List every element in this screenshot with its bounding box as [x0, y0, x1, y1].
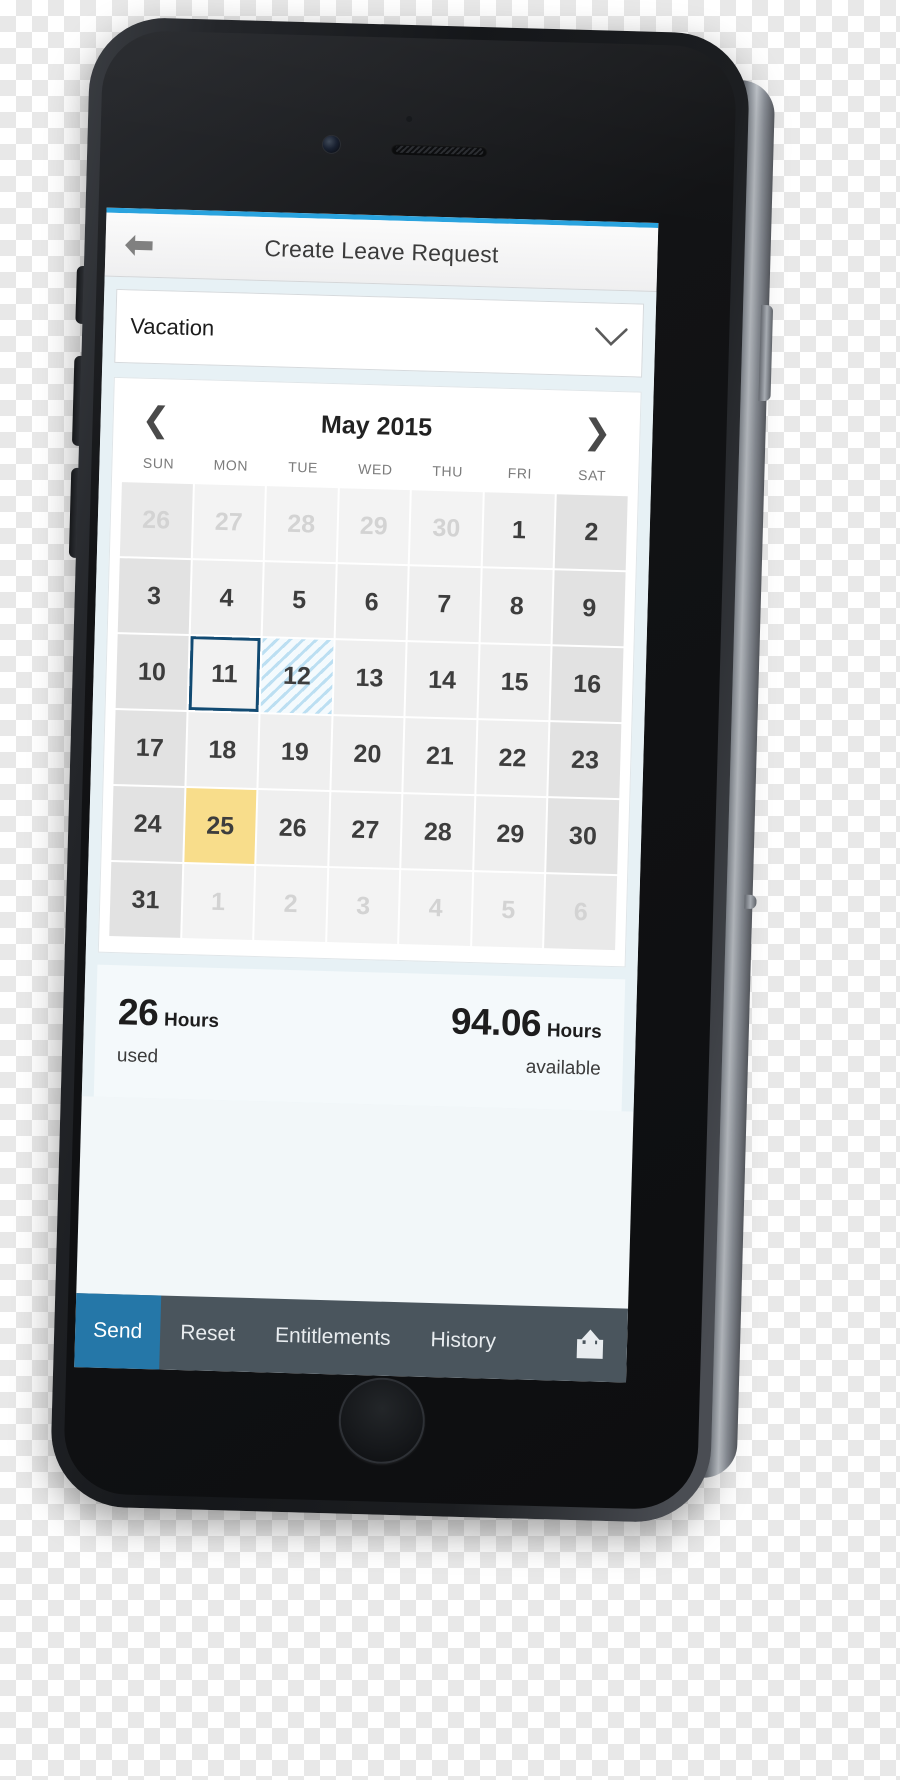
share-icon [576, 1329, 604, 1359]
hours-available-block: 94.06 Hours available [449, 1001, 602, 1081]
calendar-day-cell[interactable]: 6 [335, 564, 408, 641]
side-detail [744, 894, 757, 910]
hours-used-unit: Hours [163, 1009, 220, 1033]
calendar-day-cell[interactable]: 29 [337, 488, 411, 565]
hours-used-block: 26 Hours used [117, 991, 220, 1070]
calendar-day-cell[interactable]: 27 [328, 792, 402, 869]
calendar-day-cell[interactable]: 11 [188, 636, 261, 713]
calendar-day-cell[interactable]: 23 [548, 722, 622, 799]
iphone-mockup: Create Leave Request Vacation ❮ May 2015… [49, 16, 776, 1524]
calendar-day-cell[interactable]: 1 [482, 492, 556, 569]
calendar-grid: 26 27 28 29 30 1 2 3 4 5 6 7 8 9 10 11 12 13 14 15 16 17 18 19 2… [109, 482, 628, 951]
hours-available-caption: available [525, 1056, 602, 1080]
leave-type-value: Vacation [129, 313, 215, 341]
bottom-toolbar: Send Reset Entitlements History [74, 1293, 629, 1383]
calendar-day-cell[interactable]: 16 [550, 646, 624, 723]
calendar-day-cell[interactable]: 22 [476, 720, 549, 797]
hours-used-caption: used [116, 1045, 159, 1068]
calendar-day-cell[interactable]: 9 [552, 570, 626, 647]
calendar-day-cell[interactable]: 5 [262, 562, 336, 639]
arrow-left-icon [125, 234, 153, 256]
calendar-day-cell[interactable]: 17 [113, 710, 187, 786]
leave-type-select[interactable]: Vacation [114, 288, 645, 378]
calendar-day-cell[interactable]: 29 [474, 796, 547, 873]
home-button[interactable] [337, 1376, 427, 1465]
calendar-day-cell[interactable]: 28 [264, 486, 338, 563]
calendar-day-cell[interactable]: 1 [181, 864, 255, 940]
hours-used-value: 26 [117, 991, 159, 1034]
calendar-day-cell[interactable]: 4 [399, 870, 473, 947]
calendar-day-cell[interactable]: 20 [331, 716, 404, 793]
weekday-label: WED [357, 460, 393, 478]
calendar-day-cell[interactable]: 24 [111, 786, 184, 862]
calendar-day-cell[interactable]: 8 [480, 568, 554, 645]
calendar-day-cell[interactable]: 31 [109, 861, 182, 938]
calendar-day-cell[interactable]: 30 [410, 490, 483, 567]
calendar-day-cell[interactable]: 26 [119, 482, 193, 559]
calendar-day-cell[interactable]: 13 [333, 640, 406, 717]
history-button[interactable]: History [410, 1303, 517, 1380]
phone-front-face: Create Leave Request Vacation ❮ May 2015… [62, 29, 738, 1511]
page-title: Create Leave Request [264, 235, 499, 268]
weekday-label: MON [213, 456, 249, 474]
calendar-day-cell[interactable]: 14 [405, 642, 479, 719]
weekday-label: SAT [577, 466, 607, 484]
calendar-day-cell[interactable]: 10 [115, 634, 189, 711]
share-button[interactable] [552, 1307, 628, 1383]
calendar-card: ❮ May 2015 ❯ SUN MON TUE WED THU FRI SAT… [97, 376, 642, 968]
calendar-day-cell[interactable]: 26 [256, 790, 330, 866]
calendar-day-cell[interactable]: 7 [407, 566, 481, 643]
calendar-day-cell[interactable]: 27 [192, 484, 266, 561]
calendar-day-cell[interactable]: 3 [117, 558, 191, 635]
calendar-day-cell[interactable]: 2 [555, 494, 628, 571]
proximity-sensor-icon [406, 115, 413, 123]
calendar-day-cell[interactable]: 28 [401, 794, 475, 871]
calendar-day-cell[interactable]: 6 [544, 874, 618, 951]
next-month-button[interactable]: ❯ [577, 412, 618, 453]
calendar-day-cell[interactable]: 25 [183, 788, 257, 864]
entitlements-button[interactable]: Entitlements [254, 1298, 412, 1376]
calendar-day-cell[interactable]: 2 [254, 866, 327, 942]
hours-available-unit: Hours [546, 1020, 603, 1043]
calendar-day-cell[interactable]: 5 [471, 872, 545, 949]
weekday-label: THU [432, 462, 464, 480]
calendar-day-cell[interactable]: 4 [190, 560, 263, 637]
calendar-day-cell[interactable]: 30 [546, 798, 620, 875]
hours-summary: 26 Hours used 94.06 Hours available [93, 964, 626, 1112]
front-camera-icon [322, 135, 341, 154]
weekday-label: FRI [507, 464, 533, 482]
weekday-label: TUE [287, 458, 319, 476]
app-screen: Create Leave Request Vacation ❮ May 2015… [74, 207, 659, 1383]
back-button[interactable] [119, 225, 158, 264]
earpiece-speaker [391, 143, 488, 158]
calendar-month-label: May 2015 [320, 410, 433, 442]
send-button[interactable]: Send [74, 1293, 162, 1370]
calendar-day-cell[interactable]: 19 [258, 714, 332, 791]
calendar-day-cell[interactable]: 12 [260, 638, 334, 715]
hours-available-value: 94.06 [450, 1000, 542, 1045]
app-content: Vacation ❮ May 2015 ❯ SUN MON TUE WED TH… [81, 276, 657, 1112]
reset-button[interactable]: Reset [159, 1296, 256, 1373]
calendar-day-cell[interactable]: 15 [478, 644, 551, 721]
weekday-label: SUN [142, 454, 175, 472]
chevron-down-icon [594, 326, 629, 354]
calendar-day-cell[interactable]: 21 [403, 718, 477, 795]
calendar-day-cell[interactable]: 3 [326, 868, 400, 944]
prev-month-button[interactable]: ❮ [135, 400, 176, 441]
calendar-day-cell[interactable]: 18 [186, 712, 259, 789]
